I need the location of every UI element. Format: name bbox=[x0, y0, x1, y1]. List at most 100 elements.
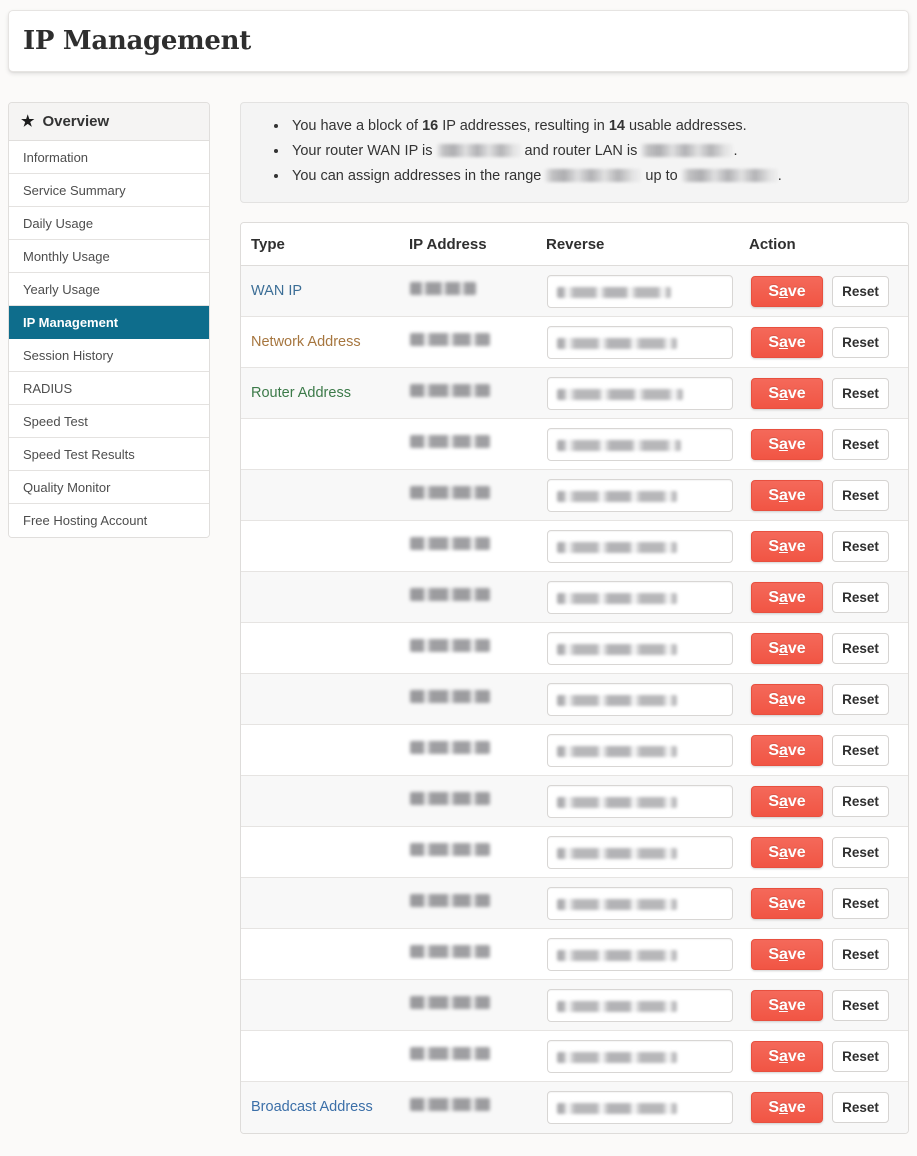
redacted-ip-address bbox=[410, 588, 490, 601]
save-label-part: ve bbox=[787, 996, 806, 1014]
sidebar-item-free-hosting-account[interactable]: Free Hosting Account bbox=[9, 504, 209, 537]
save-button[interactable]: Save bbox=[751, 938, 823, 970]
save-button[interactable]: Save bbox=[751, 785, 823, 817]
reverse-dns-input[interactable] bbox=[547, 1039, 733, 1073]
reset-button[interactable]: Reset bbox=[832, 326, 889, 358]
save-button[interactable]: Save bbox=[751, 428, 823, 460]
reset-button[interactable]: Reset bbox=[832, 275, 889, 307]
reverse-dns-input[interactable] bbox=[547, 682, 733, 716]
redacted-reverse-value bbox=[557, 898, 677, 910]
redacted-reverse-value bbox=[557, 694, 677, 706]
reverse-dns-input[interactable] bbox=[547, 835, 733, 869]
cell-type[interactable]: Router Address bbox=[241, 367, 409, 419]
reverse-dns-input[interactable] bbox=[547, 529, 733, 563]
save-button[interactable]: Save bbox=[751, 479, 823, 511]
reset-button[interactable]: Reset bbox=[832, 785, 889, 817]
cell-type[interactable]: WAN IP bbox=[241, 265, 409, 317]
reverse-dns-input[interactable] bbox=[547, 886, 733, 920]
cell-reverse bbox=[546, 877, 749, 929]
cell-type[interactable]: Broadcast Address bbox=[241, 1082, 409, 1133]
reset-button[interactable]: Reset bbox=[832, 1091, 889, 1123]
cell-action: Save Reset bbox=[749, 979, 908, 1031]
reset-button[interactable]: Reset bbox=[832, 530, 889, 562]
save-button[interactable]: Save bbox=[751, 734, 823, 766]
save-button[interactable]: Save bbox=[751, 581, 823, 613]
sidebar-item-radius[interactable]: RADIUS bbox=[9, 372, 209, 405]
redacted-ip-address bbox=[410, 690, 490, 703]
save-label-accesskey: a bbox=[778, 996, 788, 1014]
cell-reverse bbox=[546, 928, 749, 980]
reset-button[interactable]: Reset bbox=[832, 1040, 889, 1072]
reverse-dns-input[interactable] bbox=[547, 733, 733, 767]
cell-reverse bbox=[546, 673, 749, 725]
table-row: Save Reset bbox=[241, 418, 908, 470]
save-label-part: ve bbox=[787, 894, 806, 912]
table-row: Save Reset bbox=[241, 928, 908, 980]
cell-reverse bbox=[546, 265, 749, 317]
cell-reverse bbox=[546, 1030, 749, 1082]
save-button[interactable]: Save bbox=[751, 377, 823, 409]
save-label-part: ve bbox=[787, 588, 806, 606]
save-button[interactable]: Save bbox=[751, 275, 823, 307]
reset-button[interactable]: Reset bbox=[832, 377, 889, 409]
cell-ip-address bbox=[409, 571, 546, 623]
save-button[interactable]: Save bbox=[751, 887, 823, 919]
save-button[interactable]: Save bbox=[751, 1040, 823, 1072]
save-label-accesskey: a bbox=[778, 792, 788, 810]
cell-ip-address bbox=[409, 265, 546, 317]
sidebar-item-speed-test[interactable]: Speed Test bbox=[9, 405, 209, 438]
sidebar-item-label: Speed Test Results bbox=[23, 446, 135, 462]
reverse-dns-input[interactable] bbox=[547, 580, 733, 614]
sidebar-item-monthly-usage[interactable]: Monthly Usage bbox=[9, 240, 209, 273]
reset-button[interactable]: Reset bbox=[832, 632, 889, 664]
sidebar-item-yearly-usage[interactable]: Yearly Usage bbox=[9, 273, 209, 306]
cell-type bbox=[241, 724, 409, 776]
reverse-dns-input[interactable] bbox=[547, 784, 733, 818]
save-button[interactable]: Save bbox=[751, 632, 823, 664]
save-button[interactable]: Save bbox=[751, 1091, 823, 1123]
reverse-dns-input[interactable] bbox=[547, 1090, 733, 1124]
reset-button[interactable]: Reset bbox=[832, 938, 889, 970]
reverse-dns-input[interactable] bbox=[547, 631, 733, 665]
save-button[interactable]: Save bbox=[751, 326, 823, 358]
sidebar-header-label: Overview bbox=[42, 113, 110, 130]
reset-button[interactable]: Reset bbox=[832, 581, 889, 613]
cell-reverse bbox=[546, 520, 749, 572]
reset-button[interactable]: Reset bbox=[832, 428, 889, 460]
reset-button[interactable]: Reset bbox=[832, 989, 889, 1021]
main-content: You have a block of 16 IP addresses, res… bbox=[240, 102, 909, 1134]
cell-type[interactable]: Network Address bbox=[241, 316, 409, 368]
save-label-part: S bbox=[768, 384, 779, 402]
cell-ip-address bbox=[409, 418, 546, 470]
reset-button[interactable]: Reset bbox=[832, 836, 889, 868]
sidebar-item-ip-management[interactable]: IP Management bbox=[9, 306, 209, 339]
save-button[interactable]: Save bbox=[751, 989, 823, 1021]
reset-button[interactable]: Reset bbox=[832, 683, 889, 715]
reset-button[interactable]: Reset bbox=[832, 887, 889, 919]
sidebar-item-session-history[interactable]: Session History bbox=[9, 339, 209, 372]
cell-reverse bbox=[546, 826, 749, 878]
redacted-ip-address bbox=[410, 537, 490, 550]
reset-button[interactable]: Reset bbox=[832, 479, 889, 511]
reverse-dns-input[interactable] bbox=[547, 427, 733, 461]
reset-button[interactable]: Reset bbox=[832, 734, 889, 766]
save-button[interactable]: Save bbox=[751, 683, 823, 715]
sidebar-item-service-summary[interactable]: Service Summary bbox=[9, 174, 209, 207]
sidebar-item-quality-monitor[interactable]: Quality Monitor bbox=[9, 471, 209, 504]
reverse-dns-input[interactable] bbox=[547, 274, 733, 308]
save-label-part: S bbox=[768, 996, 779, 1014]
reverse-dns-input[interactable] bbox=[547, 478, 733, 512]
save-button[interactable]: Save bbox=[751, 530, 823, 562]
reverse-dns-input[interactable] bbox=[547, 937, 733, 971]
redacted-ip-address bbox=[641, 144, 734, 157]
reverse-dns-input[interactable] bbox=[547, 376, 733, 410]
save-button[interactable]: Save bbox=[751, 836, 823, 868]
sidebar-item-speed-test-results[interactable]: Speed Test Results bbox=[9, 438, 209, 471]
reverse-dns-input[interactable] bbox=[547, 988, 733, 1022]
reverse-dns-input[interactable] bbox=[547, 325, 733, 359]
table-header-row: Type IP Address Reverse Action bbox=[241, 223, 908, 266]
save-label-part: S bbox=[768, 486, 779, 504]
sidebar-item-information[interactable]: Information bbox=[9, 141, 209, 174]
table-row: Save Reset bbox=[241, 775, 908, 827]
sidebar-item-daily-usage[interactable]: Daily Usage bbox=[9, 207, 209, 240]
